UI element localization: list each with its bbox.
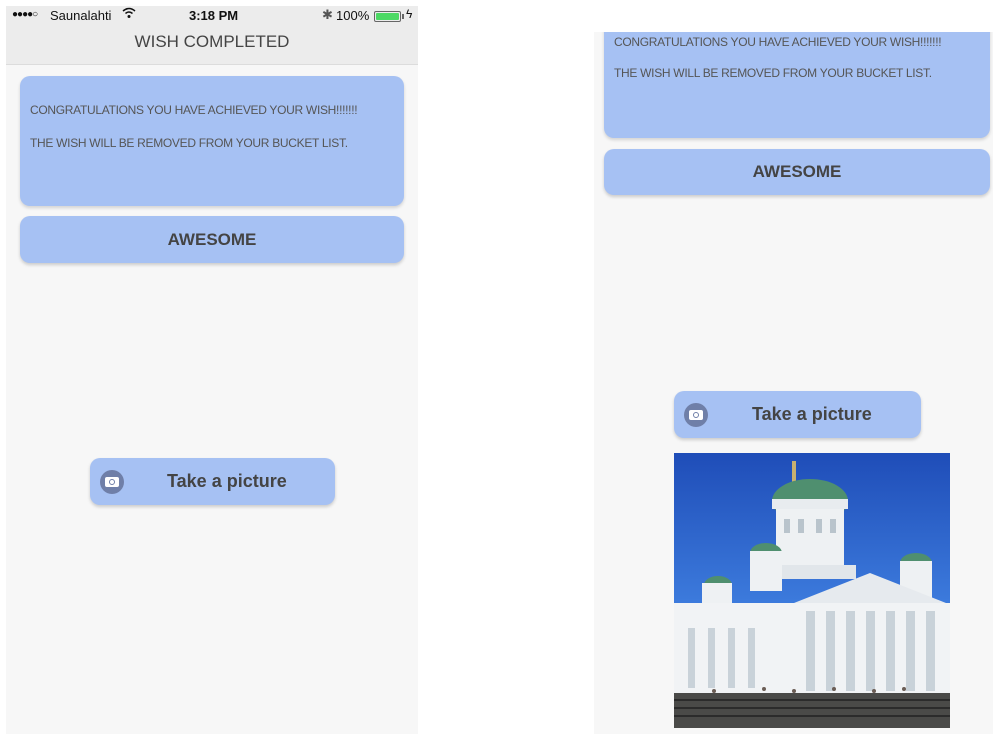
screen-with-photo: CONGRATULATIONS YOU HAVE ACHIEVED YOUR W… bbox=[594, 32, 993, 734]
status-bar: ●●●●○ Saunalahti 3:18 PM ✱ 100% ϟ bbox=[6, 6, 418, 26]
take-picture-label: Take a picture bbox=[167, 471, 287, 491]
page-title: WISH COMPLETED bbox=[134, 32, 290, 51]
message-card: CONGRATULATIONS YOU HAVE ACHIEVED YOUR W… bbox=[604, 32, 990, 138]
battery-icon bbox=[374, 11, 401, 22]
navigation-bar: ●●●●○ Saunalahti 3:18 PM ✱ 100% ϟ WISH C… bbox=[6, 6, 418, 65]
camera-icon bbox=[100, 470, 124, 494]
congratulations-text: CONGRATULATIONS YOU HAVE ACHIEVED YOUR W… bbox=[614, 35, 942, 49]
bluetooth-icon: ✱ bbox=[322, 7, 333, 22]
take-picture-label: Take a picture bbox=[752, 404, 872, 424]
status-time: 3:18 PM bbox=[189, 8, 239, 23]
awesome-button[interactable]: AWESOME bbox=[604, 149, 990, 195]
take-picture-button[interactable]: Take a picture bbox=[90, 458, 335, 505]
battery-level bbox=[376, 13, 399, 20]
take-picture-button[interactable]: Take a picture bbox=[674, 391, 921, 438]
battery-percent: 100% bbox=[336, 8, 370, 23]
carrier-name: Saunalahti bbox=[50, 8, 112, 23]
battery-nub bbox=[402, 14, 404, 19]
charging-bolt-icon: ϟ bbox=[406, 7, 413, 21]
wifi-icon bbox=[122, 6, 136, 23]
screen-before-photo: ●●●●○ Saunalahti 3:18 PM ✱ 100% ϟ WISH C… bbox=[6, 6, 418, 734]
signal-strength: ●●●●○ bbox=[12, 9, 38, 20]
removal-notice-text: THE WISH WILL BE REMOVED FROM YOUR BUCKE… bbox=[30, 136, 348, 150]
cathedral-photo bbox=[674, 453, 950, 728]
message-card: CONGRATULATIONS YOU HAVE ACHIEVED YOUR W… bbox=[20, 76, 404, 206]
congratulations-text: CONGRATULATIONS YOU HAVE ACHIEVED YOUR W… bbox=[30, 103, 358, 117]
awesome-button[interactable]: AWESOME bbox=[20, 216, 404, 263]
removal-notice-text: THE WISH WILL BE REMOVED FROM YOUR BUCKE… bbox=[614, 66, 932, 80]
camera-icon bbox=[684, 403, 708, 427]
